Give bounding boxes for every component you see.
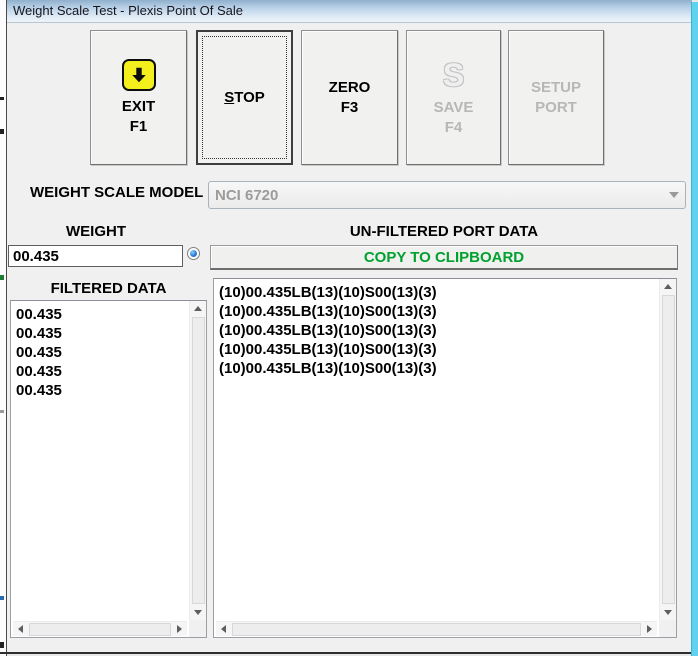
background-window-sliver xyxy=(0,0,7,656)
scrollbar-thumb[interactable] xyxy=(662,295,675,604)
save-button-label: SAVE xyxy=(434,98,474,118)
window-title: Weight Scale Test - Plexis Point Of Sale xyxy=(7,0,692,22)
horizontal-scrollbar[interactable] xyxy=(13,621,187,636)
stop-button[interactable]: STOP xyxy=(196,30,293,165)
scroll-up-icon[interactable] xyxy=(661,279,676,294)
exit-down-arrow-icon xyxy=(122,59,156,91)
sliver-mark xyxy=(0,410,4,413)
sliver-mark xyxy=(0,275,4,280)
zero-button-fkey: F3 xyxy=(341,98,359,118)
list-item[interactable]: (10)00.435LB(13)(10)S00(13)(3) xyxy=(219,340,659,359)
window-bottom-border xyxy=(0,652,691,654)
list-item[interactable]: 00.435 xyxy=(16,343,189,362)
save-s-icon: S xyxy=(443,58,464,92)
list-item[interactable]: 00.435 xyxy=(16,362,189,381)
save-button[interactable]: S SAVE F4 xyxy=(406,30,501,165)
exit-button[interactable]: EXIT F1 xyxy=(90,30,187,165)
weight-scale-model-value: NCI 6720 xyxy=(209,187,663,204)
setup-port-label-1: SETUP xyxy=(531,78,581,98)
horizontal-scrollbar[interactable] xyxy=(216,621,657,636)
sliver-mark xyxy=(0,642,4,648)
zero-button-label: ZERO xyxy=(329,78,371,98)
scrollbar-thumb[interactable] xyxy=(192,317,205,604)
weight-label: WEIGHT xyxy=(8,223,184,240)
radio-dot xyxy=(190,250,197,257)
setup-port-button[interactable]: SETUP PORT xyxy=(508,30,604,165)
list-item[interactable]: (10)00.435LB(13)(10)S00(13)(3) xyxy=(219,302,659,321)
vertical-scrollbar[interactable] xyxy=(189,301,206,620)
title-bar[interactable]: Weight Scale Test - Plexis Point Of Sale xyxy=(7,0,692,23)
weight-input[interactable] xyxy=(8,245,183,267)
scroll-left-icon[interactable] xyxy=(13,622,28,637)
weight-scale-test-window: Weight Scale Test - Plexis Point Of Sale… xyxy=(7,0,692,652)
scrollbar-thumb[interactable] xyxy=(232,623,641,636)
list-item[interactable]: (10)00.435LB(13)(10)S00(13)(3) xyxy=(219,359,659,378)
list-item[interactable]: 00.435 xyxy=(16,324,189,343)
focus-rectangle xyxy=(202,36,287,159)
exit-button-label: EXIT xyxy=(122,97,155,117)
unfiltered-port-data-lines[interactable]: (10)00.435LB(13)(10)S00(13)(3)(10)00.435… xyxy=(214,279,659,620)
scrollbar-thumb[interactable] xyxy=(29,623,171,636)
weight-scale-model-dropdown[interactable]: NCI 6720 xyxy=(208,181,686,209)
weight-scale-model-label: WEIGHT SCALE MODEL xyxy=(30,184,203,201)
list-item[interactable]: 00.435 xyxy=(16,381,189,400)
filtered-data-items[interactable]: 00.43500.43500.43500.43500.435 xyxy=(11,301,189,620)
chevron-down-icon[interactable] xyxy=(663,192,685,198)
unfiltered-port-data-textarea[interactable]: (10)00.435LB(13)(10)S00(13)(3)(10)00.435… xyxy=(213,278,677,638)
window-edge-accent xyxy=(691,2,698,656)
exit-button-fkey: F1 xyxy=(130,117,148,137)
scroll-right-icon[interactable] xyxy=(642,622,657,637)
list-item[interactable]: 00.435 xyxy=(16,305,189,324)
vertical-scrollbar[interactable] xyxy=(659,279,676,620)
setup-port-label-2: PORT xyxy=(535,98,577,118)
zero-button[interactable]: ZERO F3 xyxy=(301,30,398,165)
sliver-mark xyxy=(0,129,4,134)
unfiltered-port-data-label: UN-FILTERED PORT DATA xyxy=(210,223,678,240)
scroll-down-icon[interactable] xyxy=(661,605,676,620)
scrollbar-corner xyxy=(189,620,206,637)
filtered-data-listbox[interactable]: 00.43500.43500.43500.43500.435 xyxy=(10,300,207,638)
scrollbar-corner xyxy=(659,620,676,637)
scale-active-radio[interactable] xyxy=(187,247,200,260)
scroll-down-icon[interactable] xyxy=(191,605,206,620)
sliver-mark xyxy=(0,97,4,100)
copy-to-clipboard-button[interactable]: COPY TO CLIPBOARD xyxy=(210,245,678,270)
scroll-right-icon[interactable] xyxy=(172,622,187,637)
sliver-mark xyxy=(0,596,4,600)
list-item[interactable]: (10)00.435LB(13)(10)S00(13)(3) xyxy=(219,283,659,302)
scroll-up-icon[interactable] xyxy=(191,301,206,316)
scroll-left-icon[interactable] xyxy=(216,622,231,637)
list-item[interactable]: (10)00.435LB(13)(10)S00(13)(3) xyxy=(219,321,659,340)
filtered-data-label: FILTERED DATA xyxy=(10,280,207,297)
save-button-fkey: F4 xyxy=(445,118,463,138)
